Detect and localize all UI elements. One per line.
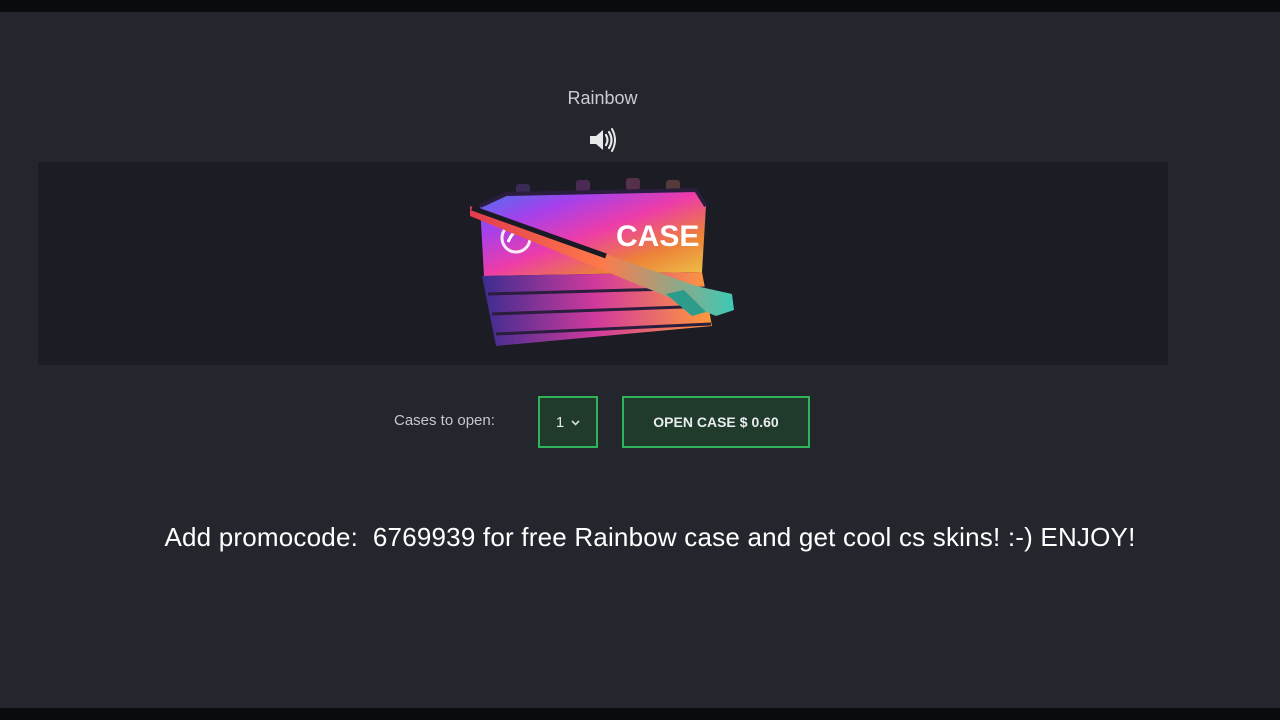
case-price: $ 0.60 bbox=[739, 414, 779, 430]
case-banner: CASE bbox=[38, 162, 1168, 365]
open-case-label: OPEN CASE bbox=[653, 414, 736, 430]
open-case-button[interactable]: OPEN CASE $ 0.60 bbox=[622, 396, 810, 448]
case-title: Rainbow bbox=[567, 88, 638, 108]
rainbow-case-image: CASE bbox=[470, 178, 734, 346]
case-page: Rainbow CASE Cases to open: 1 OPEN CASE … bbox=[0, 12, 1280, 708]
quantity-value: 1 bbox=[555, 413, 565, 431]
promo-caption: Add promocode: 6769939 for free Rainbow … bbox=[164, 522, 1136, 552]
cases-to-open-label: Cases to open: bbox=[394, 412, 495, 429]
speaker-volume-icon bbox=[590, 128, 616, 152]
chevron-down-icon bbox=[571, 417, 580, 429]
case-brand-text: CASE bbox=[616, 220, 699, 253]
sound-toggle-button[interactable] bbox=[587, 126, 619, 154]
quantity-select[interactable]: 1 bbox=[538, 396, 598, 448]
